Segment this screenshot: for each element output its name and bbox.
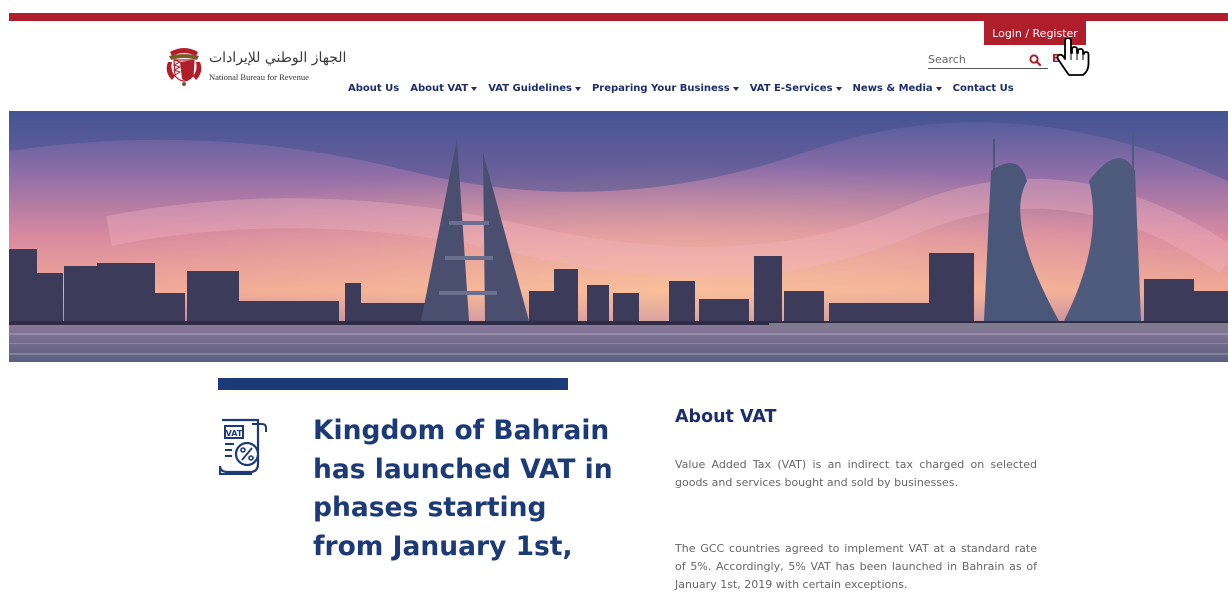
vat-icon-label: VAT	[226, 429, 243, 438]
main-navigation: About Us About VAT VAT Guidelines Prepar…	[348, 83, 1025, 94]
nav-about-us[interactable]: About Us	[348, 83, 399, 94]
hero-skyline-image	[9, 111, 1228, 362]
search-box	[928, 51, 1048, 69]
nav-vat-guidelines[interactable]: VAT Guidelines	[488, 83, 581, 94]
vat-document-icon: VAT	[218, 418, 267, 475]
caret-down-icon	[574, 86, 581, 91]
nav-label: About Us	[348, 83, 400, 94]
top-accent-bar	[9, 13, 1228, 21]
nav-contact-us[interactable]: Contact Us	[953, 83, 1014, 94]
nav-label: Preparing Your Business	[591, 83, 730, 94]
nav-preparing-your-business[interactable]: Preparing Your Business	[592, 83, 739, 94]
nav-label: About VAT	[410, 83, 469, 94]
about-vat-title: About VAT	[675, 407, 777, 427]
nav-vat-e-services[interactable]: VAT E-Services	[750, 83, 842, 94]
feature-headline: Kingdom of Bahrain has launched VAT in p…	[313, 415, 613, 562]
section-accent-bar	[218, 378, 568, 390]
nav-label: Contact Us	[952, 83, 1014, 94]
caret-down-icon	[935, 86, 942, 91]
nav-label: News & Media	[852, 83, 933, 94]
about-vat-paragraph-2: The GCC countries agreed to implement VA…	[675, 542, 1037, 591]
nav-label: VAT E-Services	[749, 83, 833, 94]
search-input[interactable]	[928, 51, 1023, 68]
nav-about-vat[interactable]: About VAT	[410, 83, 478, 94]
nav-news-media[interactable]: News & Media	[853, 83, 942, 94]
caret-down-icon	[471, 86, 478, 91]
site-logo[interactable]: الجهاز الوطني للإيرادات National Bureau …	[166, 46, 346, 92]
search-icon[interactable]	[1029, 54, 1041, 66]
emblem-icon	[166, 48, 202, 86]
logo-english-text: National Bureau for Revenue	[209, 72, 309, 82]
logo-arabic-text: الجهاز الوطني للإيرادات	[209, 50, 347, 66]
caret-down-icon	[835, 86, 842, 91]
hand-cursor-icon	[1056, 38, 1090, 76]
about-vat-paragraph-1: Value Added Tax (VAT) is an indirect tax…	[675, 458, 1037, 489]
caret-down-icon	[732, 86, 739, 91]
nav-label: VAT Guidelines	[488, 83, 572, 94]
